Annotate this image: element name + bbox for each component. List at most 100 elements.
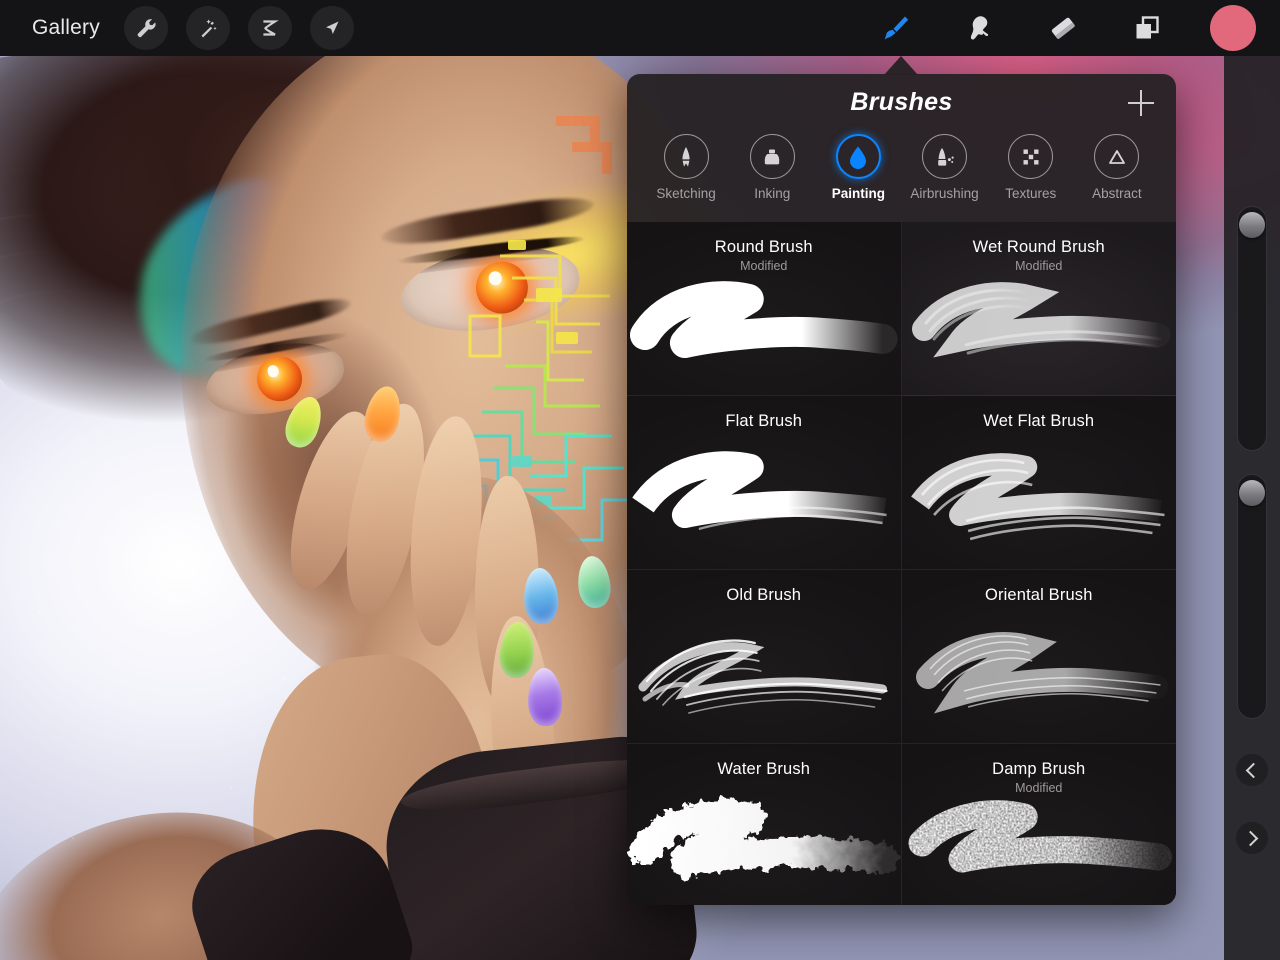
brush-category-label: Abstract <box>1092 186 1142 201</box>
paintbrush-glyph <box>884 16 909 40</box>
magic-wand-icon[interactable] <box>185 6 230 50</box>
stroke-water-cloud <box>629 799 900 878</box>
airbrush-glyph <box>937 148 954 166</box>
gallery-button[interactable]: Gallery <box>26 14 106 42</box>
layers-glyph <box>1136 16 1159 39</box>
magic-wand-glyph <box>201 19 217 38</box>
brush-size-slider[interactable] <box>1237 206 1267 451</box>
paintbrush-icon[interactable] <box>874 7 916 49</box>
stroke-old-bristle <box>638 639 888 714</box>
stroke-wet-round <box>911 282 1170 358</box>
pencil-tip-glyph <box>682 146 690 167</box>
brush-category-textures[interactable]: Textures <box>988 134 1074 201</box>
triangle-glyph <box>1108 149 1125 164</box>
brush-item[interactable]: Round Brush Modified <box>627 222 902 396</box>
color-swatch[interactable] <box>1210 5 1256 51</box>
brush-item[interactable]: Wet Flat Brush <box>901 396 1177 570</box>
brush-opacity-slider[interactable] <box>1237 474 1267 719</box>
eraser-glyph <box>1051 17 1075 39</box>
brush-category-row: Sketching Inking Painting Airbrushing Te… <box>627 130 1176 222</box>
top-toolbar: Gallery <box>0 0 1280 56</box>
brush-name: Flat Brush <box>725 412 803 430</box>
wrench-glyph <box>137 19 156 38</box>
brush-stroke-preview <box>902 439 1177 559</box>
brush-item[interactable]: Old Brush <box>627 570 902 744</box>
panel-header: Brushes <box>627 74 1176 130</box>
brush-stroke-preview <box>902 613 1177 733</box>
brushes-panel: Brushes Sketching Inking Painting Airbru… <box>627 74 1176 905</box>
artwork-iris <box>472 258 531 317</box>
selection-icon[interactable] <box>247 6 292 50</box>
add-brush-button[interactable] <box>1124 86 1158 120</box>
brush-name: Water Brush <box>717 760 811 778</box>
app-window: Gallery Brushes Sketching Inking Paintin… <box>0 0 1280 960</box>
brush-name: Wet Flat Brush <box>983 412 1095 430</box>
wrench-icon[interactable] <box>123 6 168 50</box>
brush-category-label: Sketching <box>656 186 716 201</box>
chevron-right-icon <box>1242 830 1259 846</box>
toolbar-right-group <box>874 5 1280 51</box>
brush-stroke-preview <box>902 265 1177 385</box>
eraser-icon[interactable] <box>1042 7 1084 49</box>
brush-name: Damp Brush <box>992 760 1086 778</box>
smudge-icon[interactable] <box>958 7 1000 49</box>
brush-category-label: Textures <box>1005 186 1057 201</box>
brush-category-label: Airbrushing <box>910 186 979 201</box>
chevron-left-icon <box>1245 762 1262 778</box>
brush-item[interactable]: Water Brush <box>627 744 902 905</box>
brush-name: Round Brush <box>714 238 813 256</box>
stroke-round-solid <box>629 281 898 358</box>
brush-stroke-preview <box>627 613 901 733</box>
brush-item[interactable]: Flat Brush <box>627 396 902 570</box>
water-droplet-glyph <box>850 146 867 169</box>
airbrush-icon <box>922 134 968 179</box>
brush-opacity-slider-knob[interactable] <box>1239 480 1265 506</box>
stroke-oriental <box>915 632 1168 714</box>
stroke-wet-flat <box>910 453 1165 541</box>
brush-category-painting[interactable]: Painting <box>815 134 901 201</box>
brush-stroke-preview <box>627 265 901 385</box>
arrow-glyph <box>325 21 339 34</box>
brush-item[interactable]: Oriental Brush <box>901 570 1177 744</box>
redo-button[interactable] <box>1236 822 1268 854</box>
stroke-damp-speckle <box>908 800 1172 873</box>
panel-caret <box>884 56 918 75</box>
brush-category-inking[interactable]: Inking <box>729 134 815 201</box>
brush-list-grid: Round Brush Modified Wet Round Brush Mod… <box>627 222 1176 905</box>
brush-stroke-preview <box>902 787 1177 905</box>
brush-name: Old Brush <box>726 586 802 604</box>
brush-name: Wet Round Brush <box>972 238 1105 256</box>
brush-item[interactable]: Wet Round Brush Modified <box>901 222 1177 396</box>
ink-bottle-icon <box>749 134 795 179</box>
brush-category-airbrushing[interactable]: Airbrushing <box>902 134 988 201</box>
smudge-glyph <box>970 16 989 40</box>
brush-category-label: Inking <box>754 186 791 201</box>
arrow-transform-icon[interactable] <box>309 6 354 50</box>
brush-subtitle <box>627 779 901 781</box>
texture-dots-glyph <box>1023 149 1039 164</box>
layers-icon[interactable] <box>1126 7 1168 49</box>
stroke-flat-solid <box>632 451 887 531</box>
brush-item[interactable]: Damp Brush Modified <box>901 744 1177 905</box>
brush-name: Oriental Brush <box>984 586 1093 604</box>
brush-category-abstract[interactable]: Abstract <box>1074 134 1160 201</box>
brush-category-sketching[interactable]: Sketching <box>643 134 729 201</box>
texture-dots-icon <box>1008 134 1054 179</box>
brush-size-slider-knob[interactable] <box>1239 212 1265 238</box>
water-droplet-icon <box>835 134 881 179</box>
right-sidebar <box>1224 56 1280 960</box>
brush-subtitle <box>902 605 1177 607</box>
brush-subtitle <box>627 605 901 607</box>
panel-title: Brushes <box>850 87 953 116</box>
selection-glyph <box>263 20 279 36</box>
toolbar-left-group: Gallery <box>0 6 354 50</box>
ink-bottle-glyph <box>765 149 780 164</box>
pencil-tip-icon <box>663 134 709 179</box>
brush-stroke-preview <box>627 439 901 559</box>
brush-subtitle <box>902 431 1177 433</box>
plus-icon <box>1140 90 1142 116</box>
undo-button[interactable] <box>1236 754 1268 786</box>
triangle-in-circle-icon <box>1094 134 1140 179</box>
brush-subtitle <box>627 431 901 433</box>
brush-stroke-preview <box>627 787 901 905</box>
